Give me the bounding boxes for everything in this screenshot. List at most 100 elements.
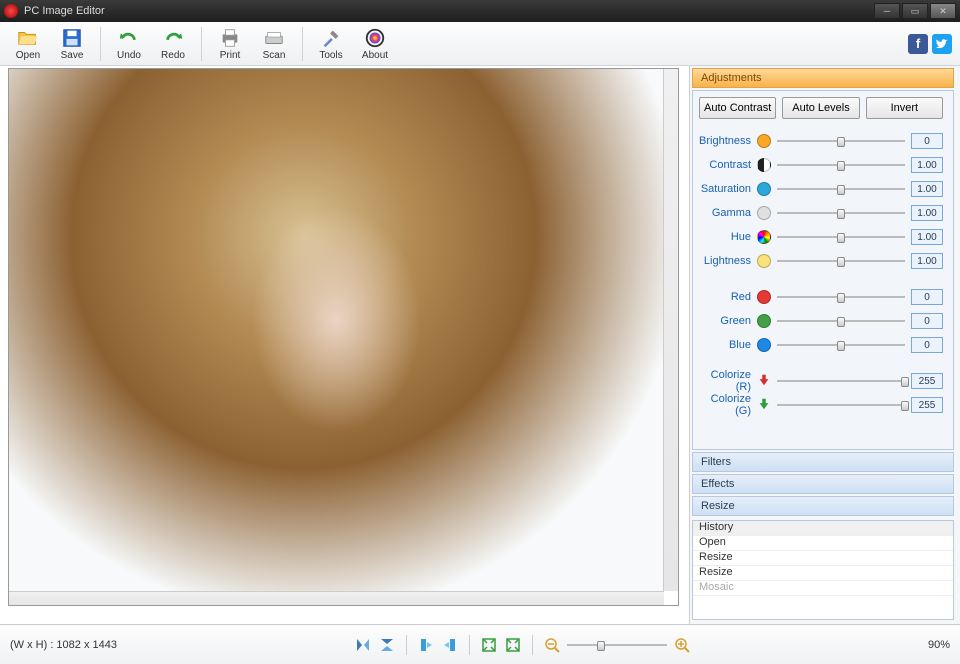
window-title: PC Image Editor <box>24 5 874 17</box>
auto-levels-button[interactable]: Auto Levels <box>782 97 859 119</box>
zoom-slider[interactable] <box>567 638 667 652</box>
saturation-slider[interactable] <box>777 182 905 196</box>
blue-slider[interactable] <box>777 338 905 352</box>
colorize_r-arrow-icon <box>757 373 771 390</box>
scan-button[interactable]: Scan <box>254 27 294 61</box>
zoom-in-icon[interactable] <box>673 636 691 654</box>
folder-open-icon <box>17 27 39 49</box>
image-canvas[interactable] <box>9 69 664 591</box>
contrast-label: Contrast <box>699 159 751 171</box>
gamma-value[interactable]: 1.00 <box>911 205 943 221</box>
open-button[interactable]: Open <box>8 27 48 61</box>
colorize_r-slider[interactable] <box>777 374 905 388</box>
tools-label: Tools <box>319 50 342 61</box>
effects-header[interactable]: Effects <box>692 474 954 494</box>
brightness-slider-row: Brightness 0 <box>699 129 943 153</box>
separator <box>469 635 470 655</box>
history-panel: History OpenResizeResizeMosaic <box>692 520 954 620</box>
gamma-slider[interactable] <box>777 206 905 220</box>
undo-icon <box>118 27 140 49</box>
brightness-value[interactable]: 0 <box>911 133 943 149</box>
blue-value[interactable]: 0 <box>911 337 943 353</box>
history-item[interactable]: Mosaic <box>693 581 953 596</box>
lightness-color-icon <box>757 254 771 268</box>
maximize-button[interactable]: ▭ <box>902 3 928 19</box>
minimize-button[interactable]: ─ <box>874 3 900 19</box>
window-controls: ─ ▭ ✕ <box>874 3 956 19</box>
contrast-slider-row: Contrast 1.00 <box>699 153 943 177</box>
history-item[interactable]: Open <box>693 536 953 551</box>
red-value[interactable]: 0 <box>911 289 943 305</box>
print-label: Print <box>220 50 241 61</box>
actual-size-icon[interactable] <box>504 636 522 654</box>
twitter-button[interactable] <box>932 34 952 54</box>
fit-window-icon[interactable] <box>480 636 498 654</box>
colorize_g-slider-row: Colorize (G) 255 <box>699 393 943 417</box>
hue-value[interactable]: 1.00 <box>911 229 943 245</box>
hue-slider[interactable] <box>777 230 905 244</box>
colorize_g-value[interactable]: 255 <box>911 397 943 413</box>
flip-vertical-icon[interactable] <box>378 636 396 654</box>
contrast-value[interactable]: 1.00 <box>911 157 943 173</box>
save-button[interactable]: Save <box>52 27 92 61</box>
adjustments-body: Auto Contrast Auto Levels Invert Brightn… <box>692 90 954 450</box>
open-label: Open <box>16 50 40 61</box>
contrast-color-icon <box>757 158 771 172</box>
app-icon <box>4 4 18 18</box>
contrast-slider[interactable] <box>777 158 905 172</box>
history-item[interactable]: Resize <box>693 566 953 581</box>
side-panel: Adjustments Auto Contrast Auto Levels In… <box>690 66 960 624</box>
adjustments-header[interactable]: Adjustments <box>692 68 954 88</box>
gamma-color-icon <box>757 206 771 220</box>
green-value[interactable]: 0 <box>911 313 943 329</box>
resize-header[interactable]: Resize <box>692 496 954 516</box>
undo-button[interactable]: Undo <box>109 27 149 61</box>
brightness-label: Brightness <box>699 135 751 147</box>
blue-label: Blue <box>699 339 751 351</box>
canvas-area <box>0 66 690 624</box>
flip-horizontal-icon[interactable] <box>354 636 372 654</box>
brightness-color-icon <box>757 134 771 148</box>
green-color-icon <box>757 314 771 328</box>
redo-label: Redo <box>161 50 185 61</box>
titlebar: PC Image Editor ─ ▭ ✕ <box>0 0 960 22</box>
image-dimensions: (W x H) : 1082 x 1443 <box>10 639 117 651</box>
lightness-value[interactable]: 1.00 <box>911 253 943 269</box>
lightness-slider[interactable] <box>777 254 905 268</box>
about-icon <box>364 27 386 49</box>
redo-button[interactable]: Redo <box>153 27 193 61</box>
twitter-icon <box>936 38 948 50</box>
invert-button[interactable]: Invert <box>866 97 943 119</box>
red-color-icon <box>757 290 771 304</box>
close-button[interactable]: ✕ <box>930 3 956 19</box>
red-label: Red <box>699 291 751 303</box>
colorize_r-value[interactable]: 255 <box>911 373 943 389</box>
separator <box>406 635 407 655</box>
separator <box>100 27 101 61</box>
filters-header[interactable]: Filters <box>692 452 954 472</box>
about-button[interactable]: About <box>355 27 395 61</box>
canvas-viewport[interactable] <box>8 68 679 606</box>
colorize_g-slider[interactable] <box>777 398 905 412</box>
separator <box>532 635 533 655</box>
lightness-label: Lightness <box>699 255 751 267</box>
hue-label: Hue <box>699 231 751 243</box>
history-item[interactable]: Resize <box>693 551 953 566</box>
green-slider[interactable] <box>777 314 905 328</box>
facebook-button[interactable]: f <box>908 34 928 54</box>
about-label: About <box>362 50 388 61</box>
colorize_g-label: Colorize (G) <box>699 393 751 417</box>
zoom-out-icon[interactable] <box>543 636 561 654</box>
rotate-left-icon[interactable] <box>417 636 435 654</box>
tools-button[interactable]: Tools <box>311 27 351 61</box>
printer-icon <box>219 27 241 49</box>
saturation-value[interactable]: 1.00 <box>911 181 943 197</box>
red-slider[interactable] <box>777 290 905 304</box>
horizontal-scrollbar[interactable] <box>9 591 664 605</box>
rotate-right-icon[interactable] <box>441 636 459 654</box>
print-button[interactable]: Print <box>210 27 250 61</box>
lightness-slider-row: Lightness 1.00 <box>699 249 943 273</box>
auto-contrast-button[interactable]: Auto Contrast <box>699 97 776 119</box>
red-slider-row: Red 0 <box>699 285 943 309</box>
brightness-slider[interactable] <box>777 134 905 148</box>
